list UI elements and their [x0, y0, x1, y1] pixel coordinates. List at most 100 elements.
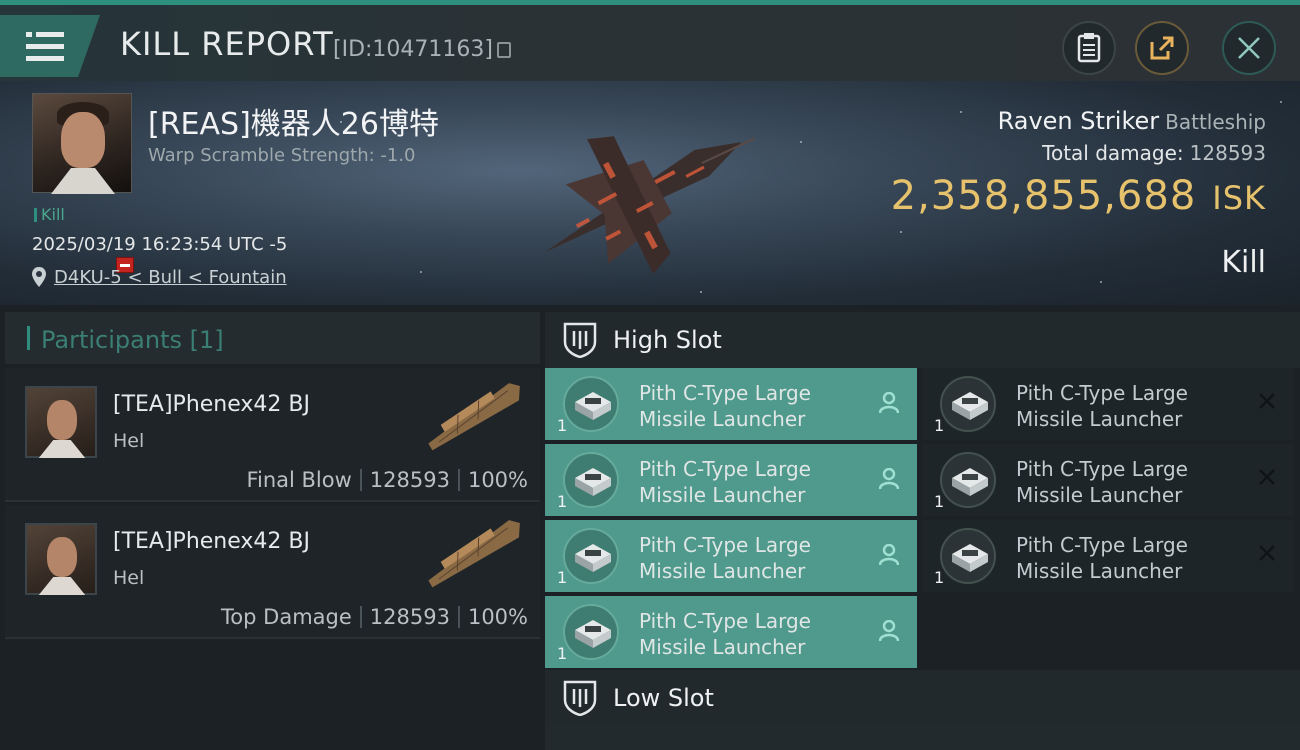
module-name-line2: Missile Launcher	[639, 559, 806, 583]
total-damage-value: 128593	[1189, 141, 1266, 165]
missile-launcher-icon	[940, 452, 996, 508]
destroyed-x-icon	[1259, 393, 1275, 409]
kill-location-link[interactable]: D4KU-5 < Bull < Fountain	[54, 267, 287, 288]
shield-slot-icon	[563, 322, 597, 358]
victim-ship-image[interactable]	[510, 111, 770, 281]
isk-value: 2,358,855,688 ISK	[891, 173, 1266, 219]
participant-role: Top Damage	[221, 605, 352, 629]
module-quantity: 1	[934, 568, 945, 587]
clipboard-button[interactable]	[1062, 21, 1116, 75]
low-slot-list-partial	[545, 726, 1300, 750]
isk-amount: 2,358,855,688	[890, 173, 1197, 219]
module-name-line2: Missile Launcher	[1016, 559, 1183, 583]
module-name: Pith C-Type Large Missile Launcher	[1016, 456, 1188, 508]
module-name: Pith C-Type Large Missile Launcher	[1016, 532, 1188, 584]
shield-slot-icon	[563, 680, 597, 716]
module-name-line1: Pith C-Type Large	[1016, 381, 1188, 405]
module-name-line2: Missile Launcher	[1016, 483, 1183, 507]
module-quantity: 1	[557, 416, 568, 435]
module-name: Pith C-Type Large Missile Launcher	[639, 456, 811, 508]
module-tile[interactable]: 1 Pith C-Type Large Missile Launcher	[545, 444, 917, 516]
missile-launcher-icon	[940, 528, 996, 584]
participant-name: [TEA]Phenex42 BJ	[113, 529, 310, 554]
participant-damage: 128593	[369, 468, 450, 492]
module-name-line2: Missile Launcher	[1016, 407, 1183, 431]
module-name-line1: Pith C-Type Large	[1016, 533, 1188, 557]
pilot-icon	[879, 468, 899, 490]
total-damage: Total damage: 128593	[1042, 141, 1266, 165]
participant-row[interactable]: [TEA]Phenex42 BJ Hel Top Damage 128593 100…	[5, 505, 540, 639]
share-icon	[1150, 36, 1174, 60]
participant-avatar	[25, 523, 97, 595]
participant-name: [TEA]Phenex42 BJ	[113, 392, 310, 417]
module-name-line1: Pith C-Type Large	[639, 381, 811, 405]
high-slot-label: High Slot	[613, 326, 722, 354]
kill-result: Kill	[1221, 245, 1266, 280]
module-name: Pith C-Type Large Missile Launcher	[639, 608, 811, 660]
isk-unit: ISK	[1212, 179, 1266, 217]
ship-class: Battleship	[1165, 110, 1266, 134]
module-name-line1: Pith C-Type Large	[1016, 457, 1188, 481]
participant-percent: 100%	[467, 468, 528, 492]
warp-scramble-strength: Warp Scramble Strength: -1.0	[148, 145, 416, 166]
module-name-line1: Pith C-Type Large	[639, 457, 811, 481]
missile-launcher-icon	[563, 604, 619, 660]
participants-label: Participants [1]	[41, 326, 224, 354]
clipboard-icon	[1077, 33, 1101, 63]
victim-summary: [REAS]機器人26博特 Warp Scramble Strength: -1…	[0, 81, 1300, 305]
module-tile[interactable]: 1 Pith C-Type Large Missile Launcher	[545, 368, 917, 440]
destroyed-x-icon	[1259, 545, 1275, 561]
module-name-line2: Missile Launcher	[639, 483, 806, 507]
report-id[interactable]: [ID:10471163]	[333, 37, 511, 62]
missile-launcher-icon	[563, 376, 619, 432]
module-name-line1: Pith C-Type Large	[639, 533, 811, 557]
module-quantity: 1	[934, 492, 945, 511]
module-tile[interactable]: 1 Pith C-Type Large Missile Launcher	[545, 520, 917, 592]
module-quantity: 1	[557, 568, 568, 587]
destroyed-x-icon	[1259, 469, 1275, 485]
module-tile[interactable]: 1 Pith C-Type Large Missile Launcher	[922, 444, 1294, 516]
victim-portrait[interactable]	[32, 93, 132, 194]
victim-ship-name[interactable]: Raven Striker Battleship	[998, 107, 1266, 135]
module-name: Pith C-Type Large Missile Launcher	[1016, 380, 1188, 432]
participant-stats: Final Blow 128593 100%	[246, 468, 528, 492]
participant-role: Final Blow	[246, 468, 352, 492]
module-tile[interactable]: 1 Pith C-Type Large Missile Launcher	[922, 520, 1294, 592]
module-name: Pith C-Type Large Missile Launcher	[639, 380, 811, 432]
copy-icon[interactable]	[496, 42, 511, 58]
report-id-text: [ID:10471163]	[333, 37, 493, 62]
share-button[interactable]	[1135, 21, 1189, 75]
missile-launcher-icon	[563, 528, 619, 584]
module-name-line1: Pith C-Type Large	[639, 609, 811, 633]
header-bar: KILL REPORT [ID:10471163]	[0, 5, 1300, 81]
kill-tag: Kill	[34, 205, 65, 224]
missile-launcher-icon	[940, 376, 996, 432]
close-button[interactable]	[1222, 21, 1276, 75]
module-name-line2: Missile Launcher	[639, 407, 806, 431]
module-quantity: 1	[934, 416, 945, 435]
page-title: KILL REPORT	[120, 25, 334, 63]
participant-row[interactable]: [TEA]Phenex42 BJ Hel Final Blow 128593 100…	[5, 368, 540, 502]
pilot-icon	[879, 392, 899, 414]
participant-damage: 128593	[369, 605, 450, 629]
participant-ship: Hel	[113, 430, 145, 452]
module-tile[interactable]: 1 Pith C-Type Large Missile Launcher	[922, 368, 1294, 440]
module-name: Pith C-Type Large Missile Launcher	[639, 532, 811, 584]
total-damage-label: Total damage:	[1042, 141, 1184, 165]
location-pin-icon	[32, 267, 46, 287]
pilot-icon	[879, 544, 899, 566]
low-slot-header: Low Slot	[545, 670, 1300, 726]
module-name-line2: Missile Launcher	[639, 635, 806, 659]
module-quantity: 1	[557, 492, 568, 511]
menu-button[interactable]	[0, 15, 100, 77]
victim-name[interactable]: [REAS]機器人26博特	[148, 99, 439, 143]
participant-ship: Hel	[113, 567, 145, 589]
kill-date: 2025/03/19 16:23:54 UTC -5	[32, 234, 288, 255]
low-slot-label: Low Slot	[613, 684, 714, 712]
ship-name-text: Raven Striker	[997, 107, 1160, 135]
module-tile[interactable]: 1 Pith C-Type Large Missile Launcher	[545, 596, 917, 668]
close-icon	[1238, 37, 1260, 59]
participants-header: Participants [1]	[5, 312, 540, 364]
participant-stats: Top Damage 128593 100%	[221, 605, 528, 629]
participant-percent: 100%	[467, 605, 528, 629]
